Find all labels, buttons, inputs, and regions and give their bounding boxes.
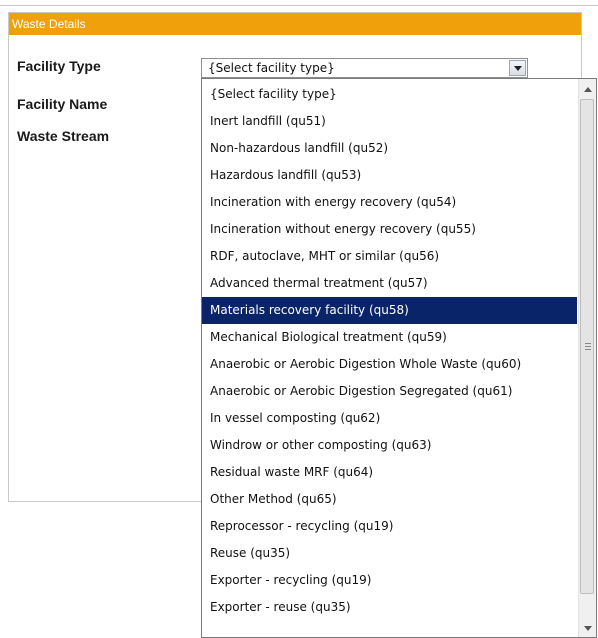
- option-item[interactable]: Non-hazardous landfill (qu52): [202, 135, 577, 162]
- scrollbar-thumb[interactable]: [580, 99, 594, 594]
- option-item[interactable]: Advanced thermal treatment (qu57): [202, 270, 577, 297]
- panel-header: Waste Details: [9, 13, 581, 35]
- chevron-down-icon: [514, 66, 522, 71]
- grip-line: [585, 343, 591, 344]
- option-item[interactable]: Windrow or other composting (qu63): [202, 432, 577, 459]
- option-item[interactable]: Residual waste MRF (qu64): [202, 459, 577, 486]
- option-item[interactable]: Mechanical Biological treatment (qu59): [202, 324, 577, 351]
- facility-type-select[interactable]: {Select facility type}: [201, 58, 528, 78]
- grip-line: [585, 346, 591, 347]
- dropdown-button[interactable]: [509, 60, 526, 76]
- option-item[interactable]: Incineration without energy recovery (qu…: [202, 216, 577, 243]
- scroll-up-icon[interactable]: [584, 87, 592, 92]
- option-item[interactable]: Anaerobic or Aerobic Digestion Segregate…: [202, 378, 577, 405]
- option-item[interactable]: RDF, autoclave, MHT or similar (qu56): [202, 243, 577, 270]
- option-item[interactable]: Exporter - reuse (qu35): [202, 594, 577, 621]
- grip-line: [585, 349, 591, 350]
- scrollbar[interactable]: [578, 79, 596, 637]
- option-item[interactable]: In vessel composting (qu62): [202, 405, 577, 432]
- option-item[interactable]: Materials recovery facility (qu58): [202, 297, 577, 324]
- option-item[interactable]: {Select facility type}: [202, 81, 577, 108]
- select-value: {Select facility type}: [208, 61, 335, 75]
- option-item[interactable]: Inert landfill (qu51): [202, 108, 577, 135]
- option-item[interactable]: Exporter - recycling (qu19): [202, 567, 577, 594]
- option-item[interactable]: Other Method (qu65): [202, 486, 577, 513]
- options-list: {Select facility type} Inert landfill (qu…: [202, 81, 577, 621]
- waste-stream-label: Waste Stream: [17, 128, 110, 144]
- facility-type-dropdown-list[interactable]: {Select facility type} Inert landfill (qu…: [201, 78, 597, 638]
- facility-name-label: Facility Name: [17, 96, 108, 112]
- option-item[interactable]: Incineration with energy recovery (qu54): [202, 189, 577, 216]
- facility-type-label: Facility Type: [17, 58, 101, 74]
- scroll-down-icon[interactable]: [584, 626, 592, 631]
- option-item[interactable]: Reprocessor - recycling (qu19): [202, 513, 577, 540]
- top-divider: [0, 5, 598, 6]
- option-item[interactable]: Anaerobic or Aerobic Digestion Whole Was…: [202, 351, 577, 378]
- option-item[interactable]: Reuse (qu35): [202, 540, 577, 567]
- option-item[interactable]: Hazardous landfill (qu53): [202, 162, 577, 189]
